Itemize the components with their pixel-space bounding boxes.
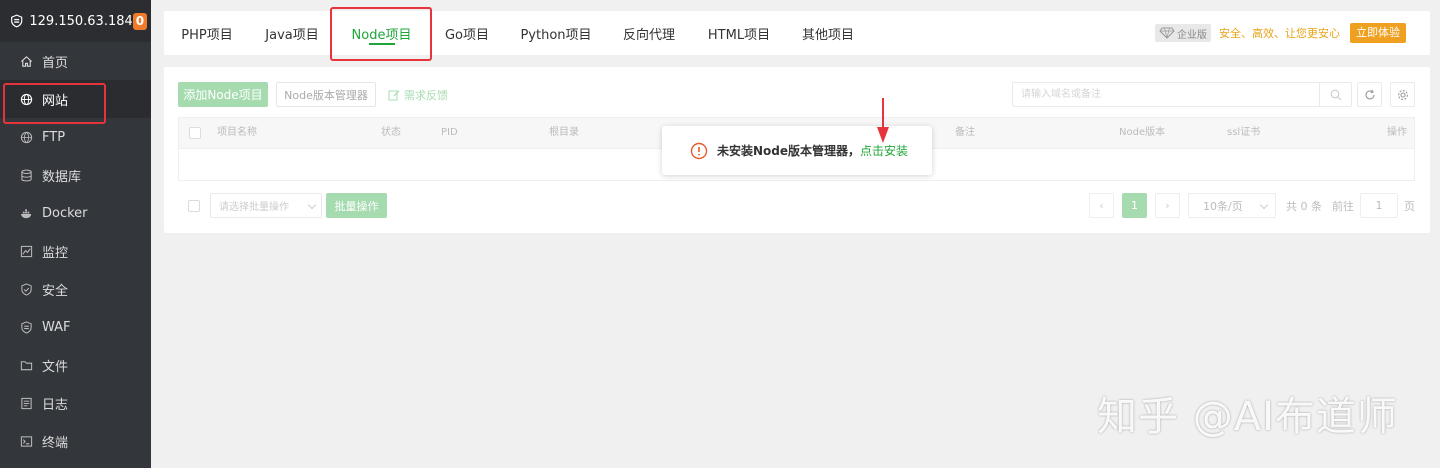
sidebar-item-label: Docker: [42, 205, 88, 221]
search-input[interactable]: [1013, 83, 1319, 106]
globe-icon: [20, 93, 33, 106]
sidebar-item-label: 文件: [42, 359, 69, 375]
sidebar-item-monitor[interactable]: 监控: [0, 232, 151, 270]
add-node-project-button[interactable]: 添加Node项目: [178, 82, 268, 107]
col-root[interactable]: 根目录: [549, 118, 579, 148]
tab-html[interactable]: HTML项目: [691, 11, 787, 55]
try-now-button[interactable]: 立即体验: [1350, 23, 1406, 43]
sidebar-item-label: WAF: [42, 319, 71, 335]
tab-other[interactable]: 其他项目: [787, 11, 869, 55]
col-ssl[interactable]: ssl证书: [1227, 118, 1260, 148]
docker-icon: [20, 207, 33, 220]
table-footer: 请选择批量操作 批量操作 ‹ 1 › 10条/页 共 0 条 前往 1 页: [178, 193, 1415, 219]
warning-icon: [690, 142, 708, 159]
diamond-icon: [1159, 27, 1175, 39]
select-all-checkbox[interactable]: [189, 127, 201, 139]
chevron-down-icon: [307, 200, 317, 210]
tab-node[interactable]: Node项目: [334, 11, 429, 55]
settings-button[interactable]: [1390, 82, 1415, 107]
gear-icon: [1397, 89, 1408, 100]
server-header[interactable]: 129.150.63.184 0: [0, 0, 151, 42]
folder-icon: [20, 359, 33, 372]
sidebar-item-database[interactable]: 数据库: [0, 156, 151, 194]
goto-label: 前往: [1332, 199, 1354, 213]
sidebar-item-home[interactable]: 首页: [0, 42, 151, 80]
server-ip: 129.150.63.184: [29, 13, 133, 29]
sidebar-item-label: 网站: [42, 93, 69, 109]
sidebar-item-label: 监控: [42, 245, 69, 261]
goto-page-input[interactable]: 1: [1360, 193, 1398, 218]
home-icon: [20, 55, 33, 68]
refresh-button[interactable]: [1357, 82, 1382, 107]
footer-select-checkbox[interactable]: [188, 200, 200, 212]
terminal-icon: [20, 435, 33, 448]
sidebar-item-website[interactable]: 网站: [0, 80, 151, 118]
enterprise-slogan: 安全、高效、让您更安心: [1219, 27, 1340, 40]
col-status[interactable]: 状态: [381, 118, 401, 148]
sidebar: 129.150.63.184 0 首页 网站 FTP 数据库 Docker 监控: [0, 0, 151, 468]
total-count: 共 0 条: [1286, 199, 1322, 213]
sidebar-item-terminal[interactable]: 终端: [0, 422, 151, 460]
waf-icon: [20, 320, 33, 334]
shield-icon: [20, 282, 33, 296]
search-box: [1012, 82, 1352, 107]
next-page-button[interactable]: ›: [1155, 193, 1180, 218]
tab-java[interactable]: Java项目: [250, 11, 334, 55]
server-shield-icon: [11, 14, 23, 28]
tab-python[interactable]: Python项目: [505, 11, 607, 55]
pagination: ‹ 1 › 10条/页 共 0 条 前往 1 页: [1089, 193, 1415, 218]
batch-operation-select[interactable]: 请选择批量操作: [210, 193, 322, 218]
page-size-select[interactable]: 10条/页: [1188, 193, 1276, 218]
sidebar-item-label: 终端: [42, 435, 69, 451]
col-pid[interactable]: PID: [441, 118, 458, 148]
col-remark[interactable]: 备注: [955, 118, 975, 148]
toast-message: 未安装Node版本管理器，: [717, 144, 861, 158]
sidebar-item-label: FTP: [42, 129, 66, 145]
watermark: 知乎 @AI布道师: [1097, 394, 1398, 440]
tab-go[interactable]: Go项目: [429, 11, 505, 55]
sidebar-item-label: 日志: [42, 397, 69, 413]
log-icon: [20, 397, 33, 410]
prev-page-button[interactable]: ‹: [1089, 193, 1114, 218]
node-version-manager-button[interactable]: Node版本管理器: [276, 82, 376, 107]
sidebar-item-files[interactable]: 文件: [0, 346, 151, 384]
refresh-icon: [1365, 89, 1375, 99]
sidebar-item-waf[interactable]: WAF: [0, 308, 151, 346]
page-unit-label: 页: [1404, 199, 1415, 213]
edit-icon: [388, 90, 400, 100]
col-project-name[interactable]: 项目名称: [217, 118, 257, 148]
enterprise-promo: 企业版 安全、高效、让您更安心 立即体验: [1155, 22, 1406, 44]
enterprise-tag: 企业版: [1155, 24, 1211, 42]
sidebar-item-security[interactable]: 安全: [0, 270, 151, 308]
ftp-icon: [20, 131, 33, 144]
tab-php[interactable]: PHP项目: [164, 11, 250, 55]
project-tabs-bar: PHP项目 Java项目 Node项目 Go项目 Python项目 反向代理 H…: [164, 11, 1430, 55]
sidebar-item-logs[interactable]: 日志: [0, 384, 151, 422]
sidebar-item-label: 首页: [42, 55, 69, 71]
batch-operation-button[interactable]: 批量操作: [326, 193, 387, 218]
sidebar-item-ftp[interactable]: FTP: [0, 118, 151, 156]
monitor-icon: [20, 245, 33, 258]
chevron-down-icon: [1259, 200, 1269, 210]
page-number-current[interactable]: 1: [1122, 193, 1147, 218]
notification-badge[interactable]: 0: [132, 12, 147, 30]
search-icon[interactable]: [1319, 83, 1351, 106]
annotation-arrow-icon: [877, 98, 889, 143]
sidebar-item-docker[interactable]: Docker: [0, 194, 151, 232]
sidebar-item-label: 安全: [42, 283, 69, 299]
feedback-link[interactable]: 需求反馈: [388, 82, 448, 107]
col-node-version[interactable]: Node版本: [1119, 118, 1165, 148]
tab-reverse-proxy[interactable]: 反向代理: [607, 11, 691, 55]
database-icon: [20, 169, 33, 182]
col-actions: 操作: [1387, 127, 1407, 138]
sidebar-item-label: 数据库: [42, 169, 82, 185]
